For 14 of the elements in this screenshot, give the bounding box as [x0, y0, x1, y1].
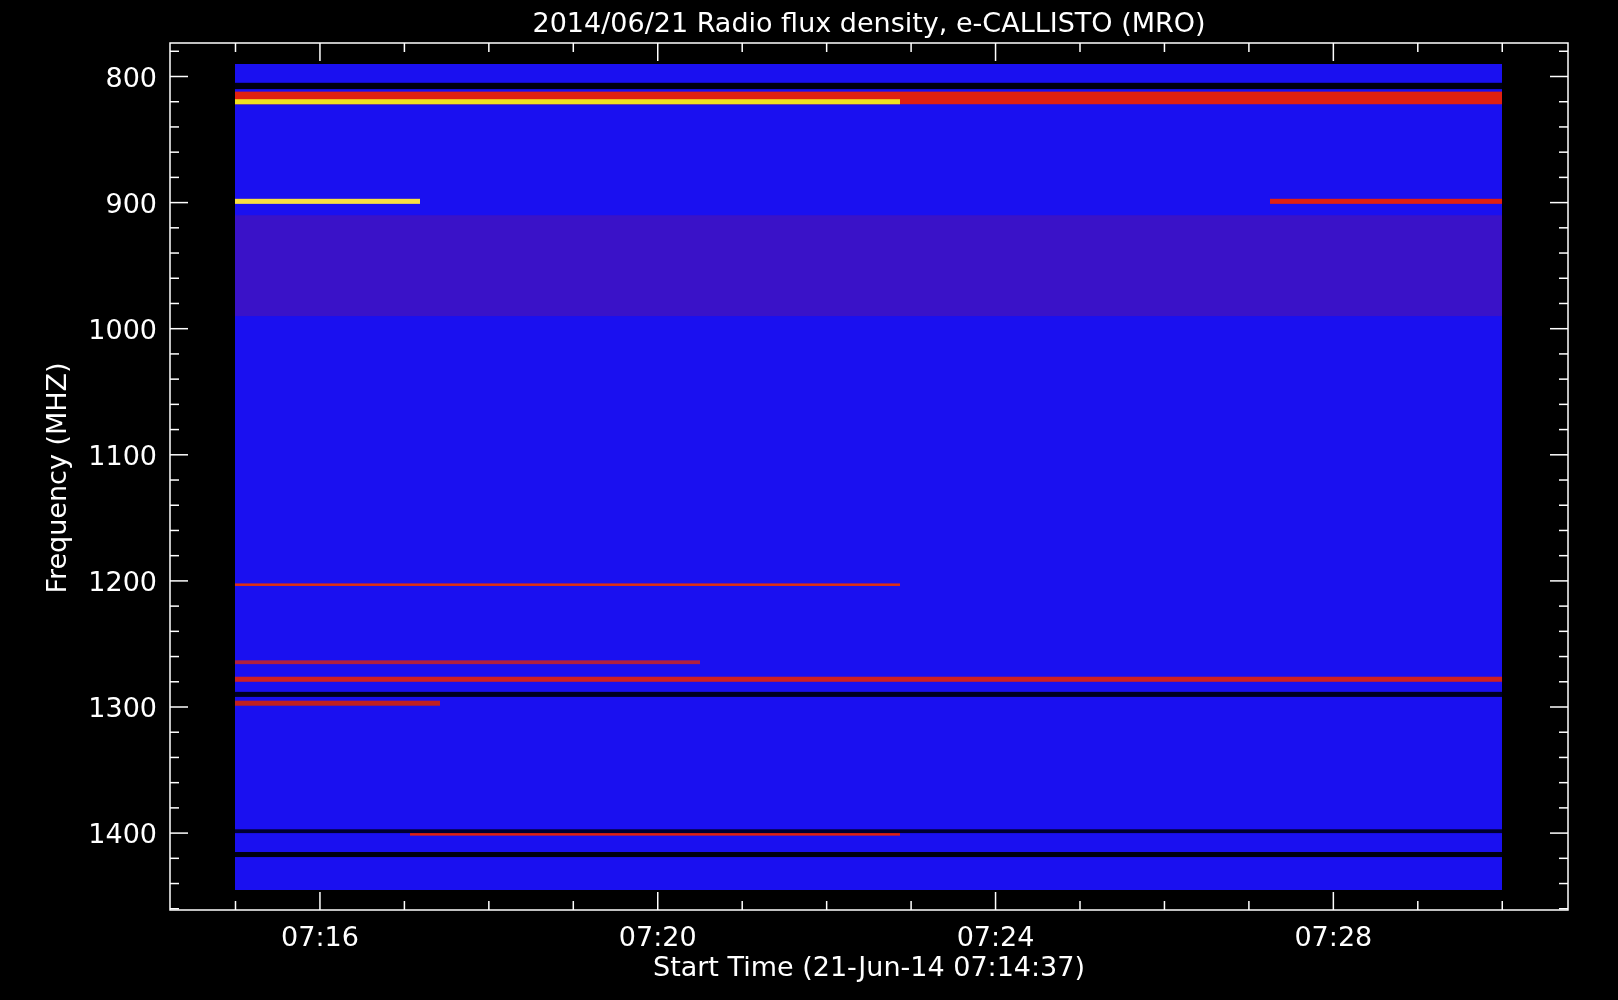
- x-tick-label: 07:16: [281, 921, 359, 952]
- y-tick-label: 1200: [88, 565, 157, 597]
- y-tick-label: 1300: [88, 692, 157, 723]
- x-tick-label: 07:28: [1294, 921, 1373, 952]
- y-tick-label: 1000: [88, 313, 157, 345]
- x-axis-label: Start Time (21-Jun-14 07:14:37): [653, 951, 1085, 982]
- x-tick-label: 07:24: [956, 921, 1035, 952]
- y-tick-label: 900: [105, 187, 157, 219]
- y-tick-label: 1400: [88, 818, 157, 850]
- y-tick-label: 1100: [88, 439, 157, 471]
- y-axis-label: Frequency (MHZ): [41, 362, 72, 594]
- x-tick-label: 07:20: [618, 921, 697, 952]
- chart-title: 2014/06/21 Radio flux density, e-CALLISTO (MRO): [532, 7, 1206, 38]
- y-tick-label: 800: [105, 61, 157, 93]
